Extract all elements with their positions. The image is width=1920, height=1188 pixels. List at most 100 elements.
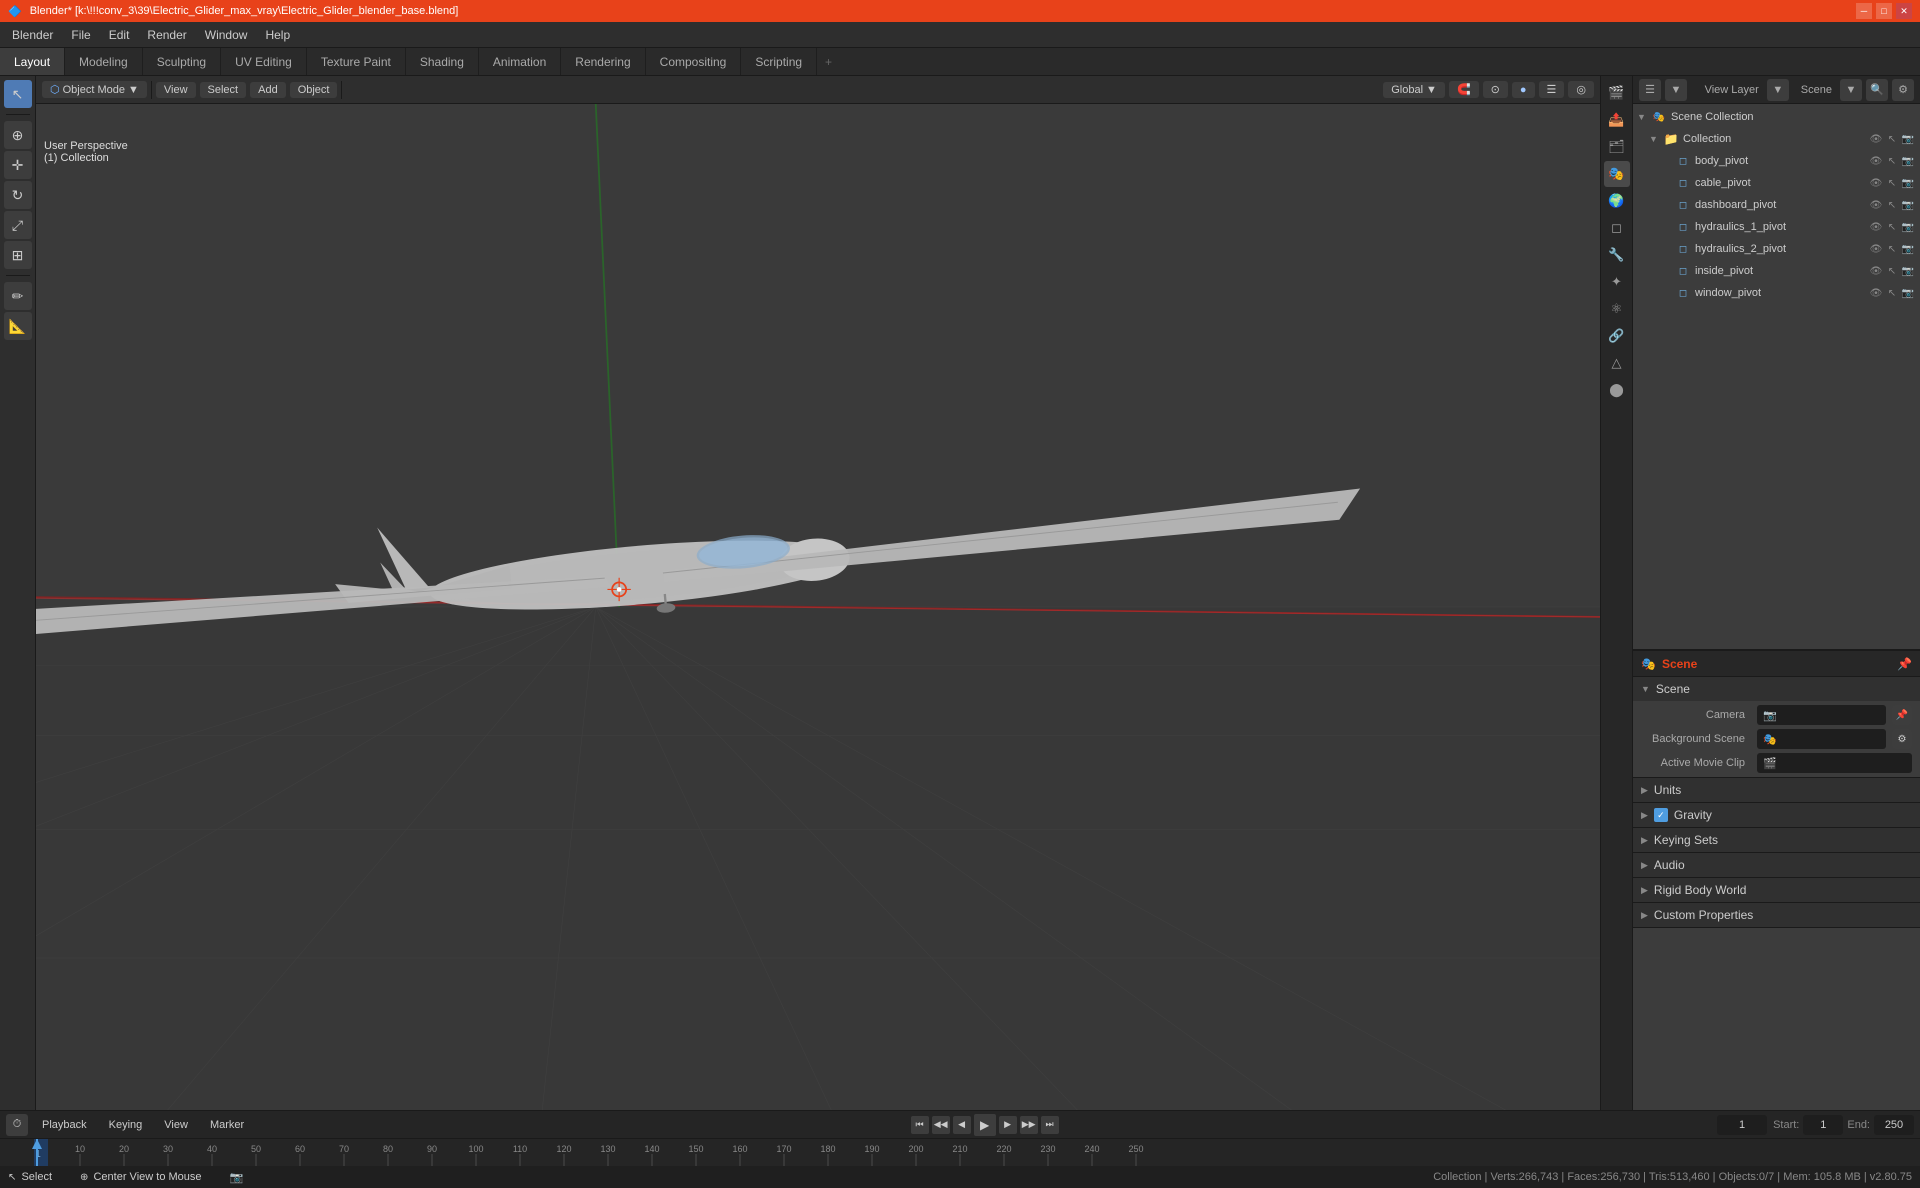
outliner-collection[interactable]: ▼ 📁 Collection 👁 ↖ 📷 <box>1633 128 1920 150</box>
hydraulics1-pivot-select-icon[interactable]: ↖ <box>1884 222 1900 233</box>
add-menu[interactable]: Add <box>250 82 286 98</box>
outliner-filter-icon[interactable]: ▼ <box>1665 79 1687 101</box>
close-button[interactable]: ✕ <box>1896 3 1912 19</box>
viewport-shading[interactable]: ● <box>1512 82 1535 98</box>
snap-toggle[interactable]: 🧲 <box>1449 81 1479 98</box>
tab-texture-paint[interactable]: Texture Paint <box>307 48 406 75</box>
hydraulics2-pivot-select-icon[interactable]: ↖ <box>1884 244 1900 255</box>
camera-value[interactable]: 📷 <box>1757 705 1886 725</box>
keying-sets-section-header[interactable]: ▶ Keying Sets <box>1633 828 1920 852</box>
particles-props-icon[interactable]: ✦ <box>1604 269 1630 295</box>
physics-props-icon[interactable]: ⚛ <box>1604 296 1630 322</box>
overlay-toggle[interactable]: ☰ <box>1539 81 1565 98</box>
next-frame-button[interactable]: ▶ <box>999 1116 1017 1134</box>
marker-menu[interactable]: Marker <box>202 1117 252 1133</box>
hydraulics2-pivot-render-icon[interactable]: 📷 <box>1900 244 1916 255</box>
outliner-search-icon[interactable]: 🔍 <box>1866 79 1888 101</box>
outliner-hydraulics1-pivot[interactable]: ◻ hydraulics_1_pivot 👁 ↖ 📷 <box>1633 216 1920 238</box>
cable-pivot-render-icon[interactable]: 📷 <box>1900 178 1916 189</box>
keying-menu[interactable]: Keying <box>101 1117 151 1133</box>
camera-pin-btn[interactable]: 📌 <box>1892 705 1912 725</box>
menu-file[interactable]: File <box>63 26 98 44</box>
bg-scene-btn[interactable]: ⚙ <box>1892 729 1912 749</box>
render-props-icon[interactable]: 🎬 <box>1604 80 1630 106</box>
menu-blender[interactable]: Blender <box>4 26 61 44</box>
outliner-dashboard-pivot[interactable]: ◻ dashboard_pivot 👁 ↖ 📷 <box>1633 194 1920 216</box>
object-props-icon[interactable]: ◻ <box>1604 215 1630 241</box>
tab-rendering[interactable]: Rendering <box>561 48 645 75</box>
tab-scripting[interactable]: Scripting <box>741 48 817 75</box>
props-pin-icon[interactable]: 📌 <box>1897 657 1912 671</box>
collection-select-icon[interactable]: ↖ <box>1884 134 1900 145</box>
world-props-icon[interactable]: 🌍 <box>1604 188 1630 214</box>
menu-render[interactable]: Render <box>139 26 194 44</box>
prev-keyframe-button[interactable]: ◀◀ <box>932 1116 950 1134</box>
rotate-tool-button[interactable]: ↻ <box>4 181 32 209</box>
window-pivot-eye-icon[interactable]: 👁 <box>1868 288 1884 299</box>
hydraulics2-pivot-eye-icon[interactable]: 👁 <box>1868 244 1884 255</box>
modifier-props-icon[interactable]: 🔧 <box>1604 242 1630 268</box>
outliner-menu-icon[interactable]: ☰ <box>1639 79 1661 101</box>
view-menu[interactable]: View <box>156 82 196 98</box>
menu-help[interactable]: Help <box>257 26 298 44</box>
view-layer-props-icon[interactable]: 🗂 <box>1604 134 1630 160</box>
menu-window[interactable]: Window <box>197 26 256 44</box>
tab-uv-editing[interactable]: UV Editing <box>221 48 307 75</box>
outliner-inside-pivot[interactable]: ◻ inside_pivot 👁 ↖ 📷 <box>1633 260 1920 282</box>
proportional-edit[interactable]: ⊙ <box>1483 81 1508 98</box>
object-mode-dropdown[interactable]: ⬡ Object Mode ▼ <box>42 81 147 98</box>
scene-props-icon[interactable]: 🎭 <box>1604 161 1630 187</box>
outliner-cable-pivot[interactable]: ◻ cable_pivot 👁 ↖ 📷 <box>1633 172 1920 194</box>
xray-toggle[interactable]: ◎ <box>1568 81 1594 98</box>
view-layer-dropdown[interactable]: ▼ <box>1767 79 1789 101</box>
play-button[interactable]: ▶ <box>974 1114 996 1136</box>
scene-canvas[interactable]: X Y Z ⊞ ☰ <box>36 104 1600 1110</box>
jump-end-button[interactable]: ⏭ <box>1041 1116 1059 1134</box>
next-keyframe-button[interactable]: ▶▶ <box>1020 1116 1038 1134</box>
body-pivot-eye-icon[interactable]: 👁 <box>1868 156 1884 167</box>
scale-tool-button[interactable]: ⤢ <box>4 211 32 239</box>
select-menu[interactable]: Select <box>200 82 247 98</box>
collection-render-icon[interactable]: 📷 <box>1900 134 1916 145</box>
global-transform-btn[interactable]: Global ▼ <box>1383 82 1445 98</box>
timeline-editor-icon[interactable]: ⏱ <box>6 1114 28 1136</box>
outliner-window-pivot[interactable]: ◻ window_pivot 👁 ↖ 📷 <box>1633 282 1920 304</box>
gravity-checkbox[interactable]: ✓ <box>1654 808 1668 822</box>
start-frame-input[interactable]: 1 <box>1803 1115 1843 1135</box>
add-workspace-button[interactable]: + <box>817 48 840 75</box>
tab-sculpting[interactable]: Sculpting <box>143 48 221 75</box>
current-frame-input[interactable]: 1 <box>1717 1115 1767 1135</box>
tab-modeling[interactable]: Modeling <box>65 48 143 75</box>
maximize-button[interactable]: □ <box>1876 3 1892 19</box>
tab-shading[interactable]: Shading <box>406 48 479 75</box>
measure-tool-button[interactable]: 📐 <box>4 312 32 340</box>
dashboard-pivot-eye-icon[interactable]: 👁 <box>1868 200 1884 211</box>
dashboard-pivot-select-icon[interactable]: ↖ <box>1884 200 1900 211</box>
minimize-button[interactable]: ─ <box>1856 3 1872 19</box>
constraints-props-icon[interactable]: 🔗 <box>1604 323 1630 349</box>
jump-start-button[interactable]: ⏮ <box>911 1116 929 1134</box>
timeline-ruler[interactable]: 1 10 20 30 40 50 60 70 80 90 100 110 120… <box>0 1138 1920 1166</box>
prev-frame-button[interactable]: ◀ <box>953 1116 971 1134</box>
inside-pivot-select-icon[interactable]: ↖ <box>1884 266 1900 277</box>
outliner-hydraulics2-pivot[interactable]: ◻ hydraulics_2_pivot 👁 ↖ 📷 <box>1633 238 1920 260</box>
tab-layout[interactable]: Layout <box>0 48 65 75</box>
body-pivot-select-icon[interactable]: ↖ <box>1884 156 1900 167</box>
playback-menu[interactable]: Playback <box>34 1117 95 1133</box>
output-props-icon[interactable]: 📤 <box>1604 107 1630 133</box>
gravity-section-header[interactable]: ▶ ✓ Gravity <box>1633 803 1920 827</box>
transform-tool-button[interactable]: ⊞ <box>4 241 32 269</box>
view-menu-timeline[interactable]: View <box>156 1117 196 1133</box>
select-tool-button[interactable]: ↖ <box>4 80 32 108</box>
window-pivot-render-icon[interactable]: 📷 <box>1900 288 1916 299</box>
collection-eye-icon[interactable]: 👁 <box>1868 134 1884 145</box>
dashboard-pivot-render-icon[interactable]: 📷 <box>1900 200 1916 211</box>
move-tool-button[interactable]: ✛ <box>4 151 32 179</box>
material-props-icon[interactable]: ⬤ <box>1604 377 1630 403</box>
background-scene-value[interactable]: 🎭 <box>1757 729 1886 749</box>
units-section-header[interactable]: ▶ Units <box>1633 778 1920 802</box>
outliner-scene-collection[interactable]: ▼ 🎭 Scene Collection <box>1633 106 1920 128</box>
hydraulics1-pivot-render-icon[interactable]: 📷 <box>1900 222 1916 233</box>
menu-edit[interactable]: Edit <box>101 26 138 44</box>
scene-dropdown[interactable]: ▼ <box>1840 79 1862 101</box>
